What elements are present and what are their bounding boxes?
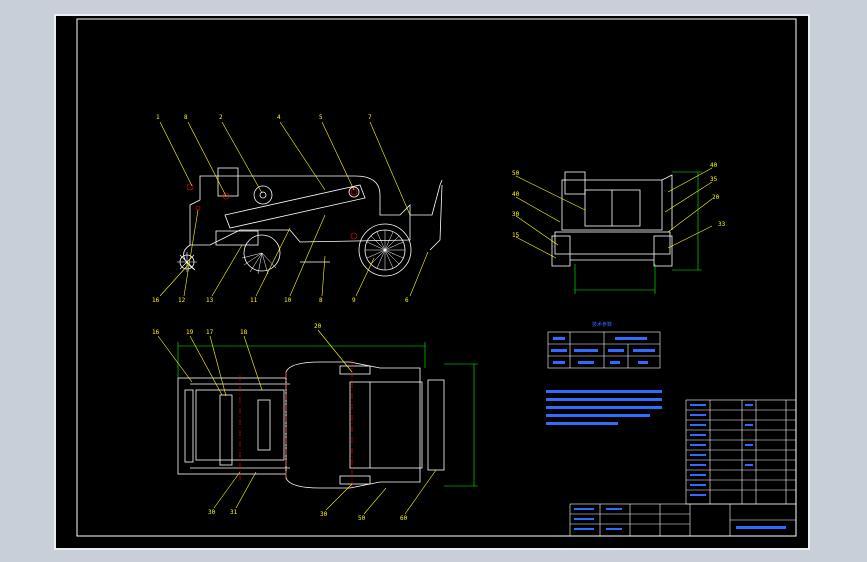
side-view (177, 167, 443, 277)
top-balloon-16: 16 (152, 329, 160, 336)
rear-base (554, 231, 671, 255)
top-body-main (285, 361, 421, 489)
balloon-9: 9 (352, 297, 356, 304)
rear-balloon-35: 35 (710, 176, 718, 183)
balloon-13: 13 (206, 297, 214, 304)
top-balloon-30b: 30 (320, 511, 328, 518)
rear-balloon-40: 40 (512, 191, 520, 198)
balloon-16: 16 (152, 297, 160, 304)
top-balloon-20: 20 (314, 323, 322, 330)
rear-balloon-33: 33 (718, 221, 726, 228)
side-view-labels: 1 8 2 4 5 7 16 12 13 11 10 8 9 6 (152, 114, 409, 304)
balloon-11: 11 (250, 297, 258, 304)
technical-notes (546, 390, 662, 425)
params-table: 技术参数 (547, 321, 661, 369)
balloon-10: 10 (284, 297, 292, 304)
rear-view (551, 171, 673, 267)
cad-drawing: 1 8 2 4 5 7 16 12 13 11 10 8 9 6 50 40 3… (76, 18, 797, 537)
rear-view-leaders (515, 167, 713, 259)
top-hopper (349, 381, 423, 469)
balloon-1: 1 (156, 114, 160, 121)
balloon-7: 7 (368, 114, 372, 121)
balloon-6: 6 (405, 297, 409, 304)
top-handle (427, 379, 445, 471)
balloon-8: 8 (184, 114, 188, 121)
top-balloon-17: 17 (206, 329, 214, 336)
handle (410, 179, 443, 251)
rear-hopper (584, 189, 641, 227)
rear-balloon-50: 50 (512, 170, 520, 177)
body-frame (189, 175, 411, 246)
rear-wheel-right (653, 235, 673, 267)
title-block (569, 399, 797, 537)
top-balloon-18: 18 (240, 329, 248, 336)
front-cover (183, 244, 196, 271)
rear-balloon-15: 15 (512, 232, 520, 239)
top-balloon-30: 30 (208, 509, 216, 516)
side-view-red (186, 183, 358, 240)
rear-engine (564, 171, 586, 195)
top-view-dims (177, 342, 478, 487)
rear-balloon-20: 20 (712, 194, 720, 201)
rear-balloon-30: 30 (512, 211, 520, 218)
top-balloon-60: 60 (400, 515, 408, 522)
top-balloon-31: 31 (230, 509, 238, 516)
balloon-4: 4 (277, 114, 281, 121)
balloon-2: 2 (219, 114, 223, 121)
rear-balloon-40b: 40 (710, 162, 718, 169)
top-view-red (239, 360, 353, 490)
top-view-labels: 16 19 17 18 20 30 31 30 50 60 (152, 323, 408, 522)
top-balloon-19: 19 (186, 329, 194, 336)
params-table-title: 技术参数 (592, 321, 612, 328)
top-gear-2 (257, 399, 271, 451)
conveyor-roller (348, 186, 360, 198)
top-view (177, 361, 445, 489)
rear-view-labels: 50 40 30 15 40 35 20 33 (512, 162, 726, 239)
top-gear (219, 394, 233, 466)
top-balloon-50: 50 (358, 515, 366, 522)
conveyor (224, 184, 366, 229)
top-view-leaders (157, 329, 437, 515)
upper-pulley (253, 185, 273, 205)
rear-handle (661, 174, 673, 230)
balloon-12: 12 (178, 297, 186, 304)
engine-block (217, 167, 239, 197)
top-front (184, 389, 194, 463)
balloon-5: 5 (319, 114, 323, 121)
balloon-8b: 8 (319, 297, 323, 304)
upper-pulley-inner (259, 191, 267, 199)
